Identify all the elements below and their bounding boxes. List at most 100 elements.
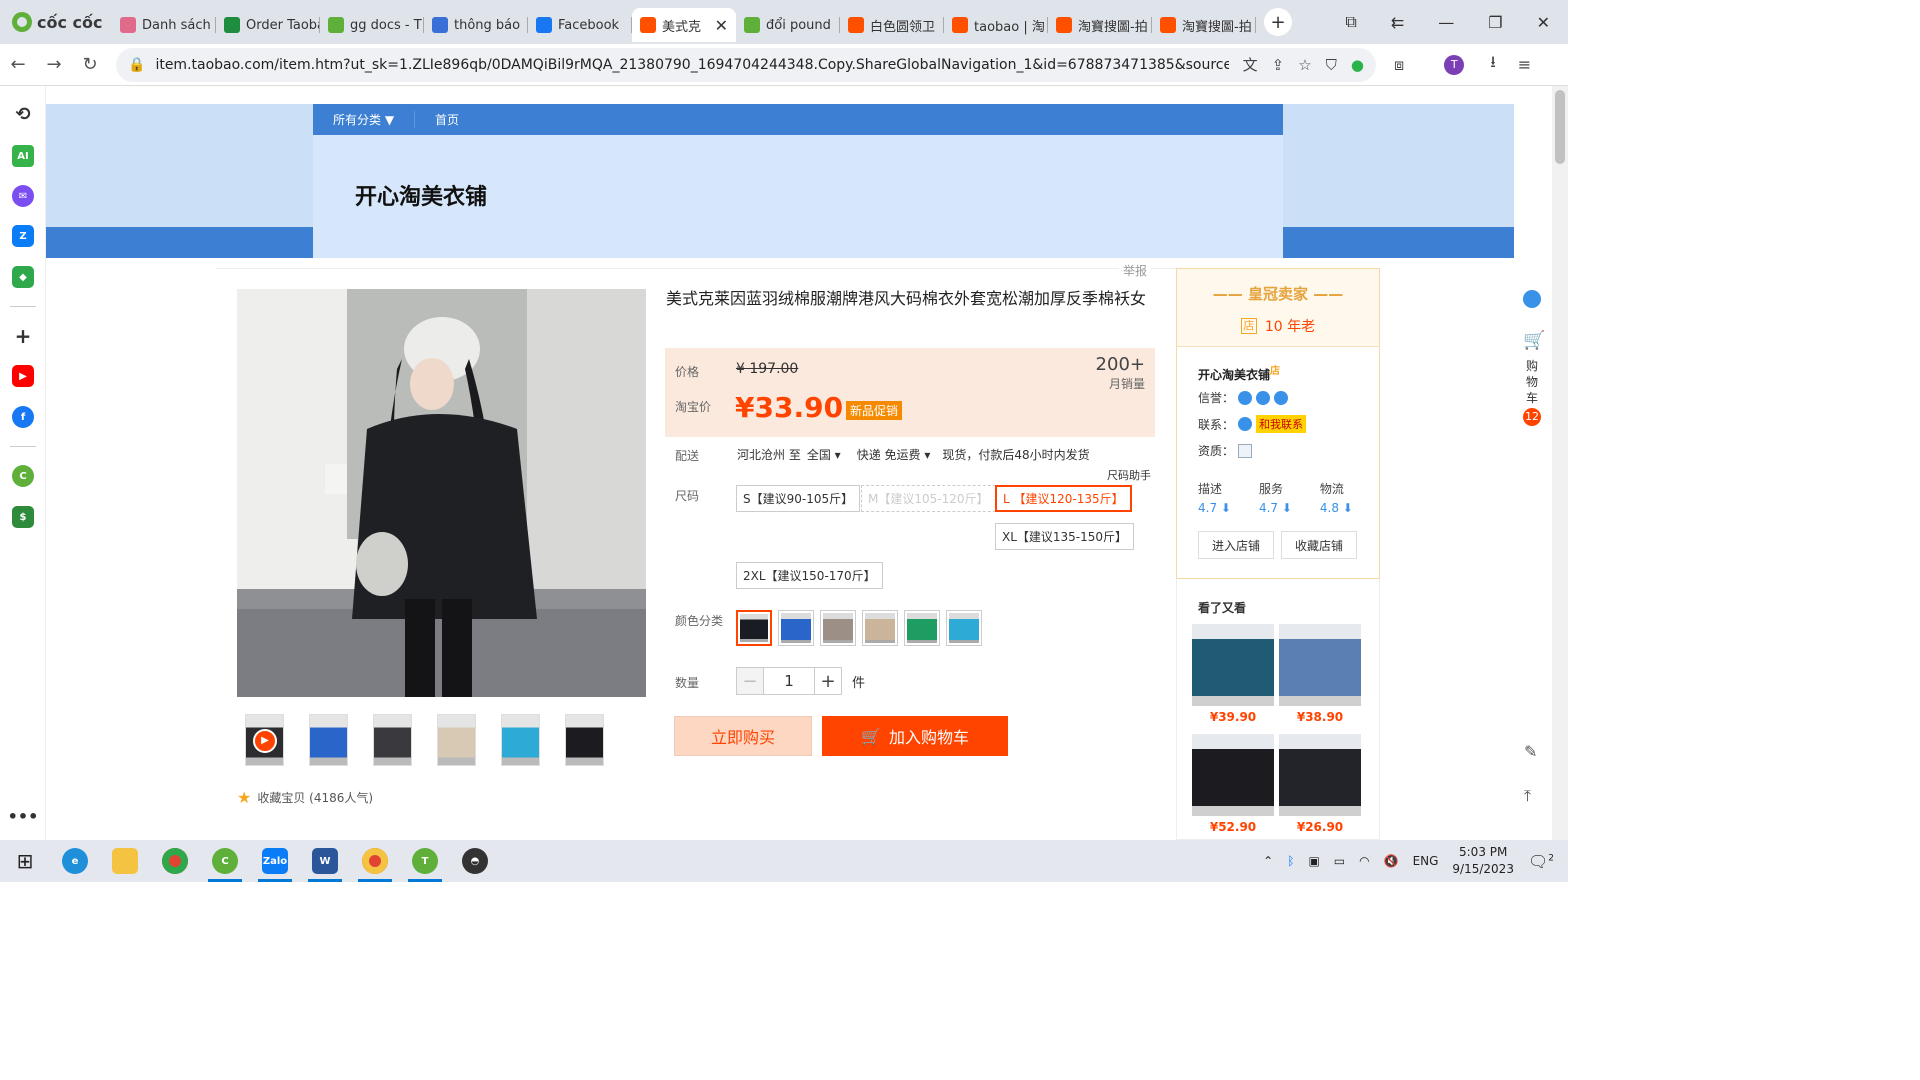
buy-now-button[interactable]: 立即购买	[674, 716, 812, 756]
browser-tab[interactable]: taobao | 淘	[944, 8, 1048, 42]
color-swatch[interactable]	[904, 610, 940, 646]
product-main-image[interactable]	[237, 289, 646, 697]
color-swatch[interactable]	[820, 610, 856, 646]
also-viewed-image[interactable]	[1279, 624, 1361, 706]
play-video-icon[interactable]: ▶	[253, 729, 277, 753]
edit-icon[interactable]: ✎	[1524, 742, 1537, 761]
color-swatch[interactable]	[778, 610, 814, 646]
browser-tab[interactable]: đổi pound	[736, 8, 840, 42]
ai-icon[interactable]: AI	[12, 145, 34, 167]
cart-rail-icon[interactable]: 🛒	[1523, 330, 1545, 351]
youtube-icon[interactable]: ▶	[12, 365, 34, 387]
also-viewed-image[interactable]	[1192, 734, 1274, 816]
reload-button[interactable]: ↻	[72, 54, 108, 75]
screenshot-icon[interactable]: ⧉	[1345, 12, 1356, 32]
shield-icon[interactable]: ⛉	[1326, 56, 1337, 74]
browser-tab[interactable]: 淘寶搜圖-拍	[1048, 8, 1152, 42]
report-link[interactable]: 举报	[1119, 262, 1152, 279]
taskbar-word[interactable]: W	[300, 840, 350, 882]
product-thumbnail[interactable]	[309, 714, 348, 766]
size-option-xl[interactable]: XL【建议135-150斤】	[995, 523, 1135, 550]
browser-tab[interactable]: thông báo	[424, 8, 528, 42]
taskbar-chrome[interactable]	[150, 840, 200, 882]
messenger-icon[interactable]: ✉	[12, 185, 34, 207]
also-viewed-image[interactable]	[1279, 734, 1361, 816]
game-icon[interactable]: ◆	[12, 266, 34, 288]
shopping-icon[interactable]: $	[12, 506, 34, 528]
product-thumbnail[interactable]	[565, 714, 604, 766]
coccoc-map-icon[interactable]: C	[12, 465, 34, 487]
size-option-m[interactable]: M【建议105-120斤】	[861, 485, 996, 512]
favorite-shop-button[interactable]: 收藏店铺	[1281, 531, 1357, 559]
zalo-icon[interactable]: Z	[12, 225, 34, 247]
profile-avatar[interactable]: T	[1444, 54, 1465, 75]
favorite-item[interactable]: ★ 收藏宝贝 (4186人气)	[237, 788, 373, 807]
nav-home[interactable]: 首页	[414, 111, 479, 128]
back-arrows-icon[interactable]: ⇇	[1391, 13, 1404, 32]
browser-tab[interactable]: 美式克 ✕	[632, 8, 736, 42]
increase-button[interactable]: +	[814, 667, 842, 695]
clock[interactable]: 5:03 PM 9/15/2023	[1452, 844, 1514, 878]
taskbar-chrome-2[interactable]	[350, 840, 400, 882]
volume-icon[interactable]: 🔇	[1384, 854, 1399, 868]
close-tab-icon[interactable]: ✕	[715, 16, 728, 35]
add-icon[interactable]: +	[12, 324, 34, 348]
license-icon[interactable]	[1238, 443, 1253, 458]
contact-seller-button[interactable]: 和我联系	[1256, 415, 1307, 433]
browser-tab[interactable]: Order Taoba	[216, 8, 320, 42]
size-option-2xl[interactable]: 2XL【建议150-170斤】	[736, 562, 883, 589]
scrollbar-thumb[interactable]	[1555, 90, 1565, 164]
also-viewed-image[interactable]	[1192, 624, 1274, 706]
color-swatch[interactable]	[736, 610, 772, 646]
taskbar-photos[interactable]: ◓	[450, 840, 500, 882]
maximize-button[interactable]: ❐	[1488, 13, 1502, 32]
page-scrollbar[interactable]	[1552, 86, 1568, 840]
menu-icon[interactable]: ≡	[1518, 55, 1531, 74]
forward-button[interactable]: →	[36, 54, 72, 75]
cart-rail-label[interactable]: 购物车	[1526, 358, 1540, 406]
size-option-s[interactable]: S【建议90-105斤】	[736, 485, 861, 512]
wangwang-float-icon[interactable]	[1523, 290, 1541, 308]
taskbar-coccoc-2[interactable]: T	[400, 840, 450, 882]
size-helper-link[interactable]: 尺码助手	[1107, 467, 1151, 483]
also-viewed-item[interactable]: ¥39.90	[1192, 624, 1274, 724]
back-button[interactable]: ←	[0, 54, 36, 75]
shop-name-heading[interactable]: 开心淘美衣铺	[355, 179, 487, 211]
color-swatch[interactable]	[946, 610, 982, 646]
start-button[interactable]: ⊞	[0, 840, 50, 882]
language-indicator[interactable]: ENG	[1413, 854, 1439, 868]
taskbar-explorer[interactable]	[100, 840, 150, 882]
also-viewed-item[interactable]: ¥52.90	[1192, 734, 1274, 834]
product-thumbnail[interactable]: ▶	[245, 714, 284, 766]
bluetooth-icon[interactable]: ᛒ	[1287, 854, 1294, 868]
nav-all-categories[interactable]: 所有分类 ▼	[313, 111, 414, 128]
url-field[interactable]: 🔒 item.taobao.com/item.htm?ut_sk=1.ZLIe8…	[116, 47, 1376, 82]
taskbar-coccoc[interactable]: C	[200, 840, 250, 882]
ship-type-dropdown[interactable]: 快递 免运费 ▾	[857, 446, 931, 463]
translate-icon[interactable]: 文	[1243, 54, 1258, 75]
decrease-button[interactable]: −	[736, 667, 764, 695]
seller-name[interactable]: 开心淘美衣铺店	[1198, 362, 1280, 383]
new-tab-button[interactable]: +	[1264, 8, 1292, 36]
browser-tab[interactable]: gg docs - T	[320, 8, 424, 42]
notifications-icon[interactable]: 🗨2	[1528, 852, 1554, 871]
taskbar-zalo[interactable]: Zalo	[250, 840, 300, 882]
ship-to-dropdown[interactable]: 全国 ▾	[807, 446, 841, 463]
size-option-l[interactable]: L 【建议120-135斤】	[995, 485, 1132, 512]
browser-tab[interactable]: Facebook	[528, 8, 632, 42]
history-icon[interactable]: ⟲	[12, 103, 34, 125]
enter-shop-button[interactable]: 进入店铺	[1198, 531, 1274, 559]
taskbar-edge[interactable]: e	[50, 840, 100, 882]
quantity-input[interactable]: 1	[764, 667, 814, 695]
meet-icon[interactable]: ▣	[1308, 854, 1319, 868]
browser-tab[interactable]: 白色圆领卫	[840, 8, 944, 42]
facebook-icon[interactable]: f	[12, 406, 34, 428]
product-thumbnail[interactable]	[373, 714, 412, 766]
download-green-icon[interactable]: ●	[1351, 56, 1364, 74]
downloads-icon[interactable]: ⭳	[1490, 51, 1496, 78]
back-to-top-icon[interactable]: ⤒	[1524, 786, 1531, 806]
share-icon[interactable]: ⇪	[1272, 56, 1285, 74]
color-swatch[interactable]	[862, 610, 898, 646]
lock-icon[interactable]: 🔒	[128, 57, 145, 73]
minimize-button[interactable]: —	[1438, 13, 1454, 32]
